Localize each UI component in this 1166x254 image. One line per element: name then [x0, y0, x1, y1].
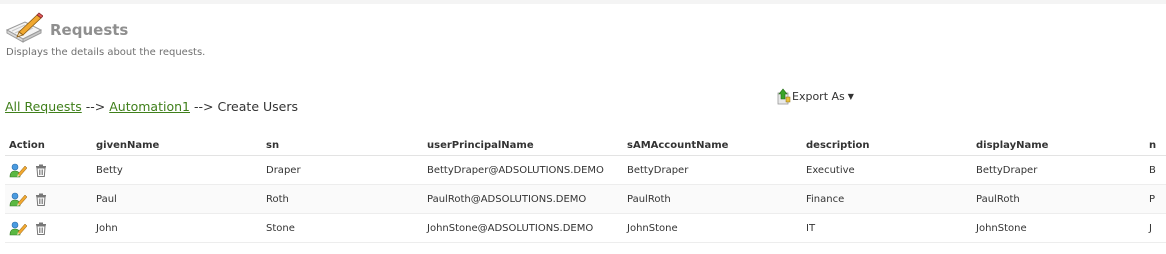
notepad-pencil-icon [5, 12, 43, 43]
column-header-samaccountname[interactable]: sAMAccountName [623, 136, 802, 156]
trash-icon[interactable] [35, 193, 47, 206]
cell-description: Executive [802, 155, 972, 185]
action-cell [5, 213, 92, 243]
cell-description: Finance [802, 184, 972, 214]
edit-user-icon[interactable] [9, 191, 27, 207]
cell-description: IT [802, 213, 972, 243]
column-header-n[interactable]: n [1145, 136, 1166, 156]
requests-table: Action givenName sn userPrincipalName sA… [5, 136, 1166, 243]
cell-sn: Stone [262, 213, 423, 243]
breadcrumb-automation1-link[interactable]: Automation1 [109, 99, 190, 114]
column-header-description[interactable]: description [802, 136, 972, 156]
export-as-button[interactable]: Export As ▼ [777, 88, 854, 105]
column-header-action: Action [5, 136, 92, 156]
column-header-userprincipalname[interactable]: userPrincipalName [423, 136, 623, 156]
cell-givenname: John [92, 213, 262, 243]
table-row: John Stone JohnStone@ADSOLUTIONS.DEMO Jo… [5, 213, 1166, 243]
page-subtitle: Displays the details about the requests. [6, 47, 206, 58]
cell-samaccountname: JohnStone [623, 213, 802, 243]
breadcrumb-current: Create Users [217, 99, 298, 114]
export-icon [777, 88, 791, 105]
chevron-down-icon: ▼ [847, 92, 854, 101]
action-cell [5, 184, 92, 214]
cell-n: B [1145, 155, 1166, 185]
cell-n: P [1145, 184, 1166, 214]
page-title: Requests [50, 21, 129, 39]
breadcrumb-separator: --> [85, 99, 106, 114]
table-row: Betty Draper BettyDraper@ADSOLUTIONS.DEM… [5, 155, 1166, 185]
column-header-givenname[interactable]: givenName [92, 136, 262, 156]
cell-samaccountname: PaulRoth [623, 184, 802, 214]
breadcrumb-all-requests-link[interactable]: All Requests [5, 99, 82, 114]
export-as-label: Export As [792, 90, 845, 103]
breadcrumb-separator: --> [193, 99, 214, 114]
cell-userprincipalname: PaulRoth@ADSOLUTIONS.DEMO [423, 184, 623, 214]
trash-icon[interactable] [35, 222, 47, 235]
cell-sn: Roth [262, 184, 423, 214]
action-cell [5, 155, 92, 185]
cell-n: J [1145, 213, 1166, 243]
cell-givenname: Betty [92, 155, 262, 185]
cell-userprincipalname: JohnStone@ADSOLUTIONS.DEMO [423, 213, 623, 243]
cell-samaccountname: BettyDraper [623, 155, 802, 185]
cell-sn: Draper [262, 155, 423, 185]
edit-user-icon[interactable] [9, 220, 27, 236]
table-row: Paul Roth PaulRoth@ADSOLUTIONS.DEMO Paul… [5, 184, 1166, 214]
cell-displayname: BettyDraper [972, 155, 1145, 185]
column-header-sn[interactable]: sn [262, 136, 423, 156]
cell-userprincipalname: BettyDraper@ADSOLUTIONS.DEMO [423, 155, 623, 185]
top-border [0, 0, 1166, 4]
cell-displayname: JohnStone [972, 213, 1145, 243]
cell-displayname: PaulRoth [972, 184, 1145, 214]
trash-icon[interactable] [35, 164, 47, 177]
edit-user-icon[interactable] [9, 162, 27, 178]
table-header-row: Action givenName sn userPrincipalName sA… [5, 136, 1166, 156]
column-header-displayname[interactable]: displayName [972, 136, 1145, 156]
cell-givenname: Paul [92, 184, 262, 214]
breadcrumb: All Requests --> Automation1 --> Create … [5, 99, 298, 114]
